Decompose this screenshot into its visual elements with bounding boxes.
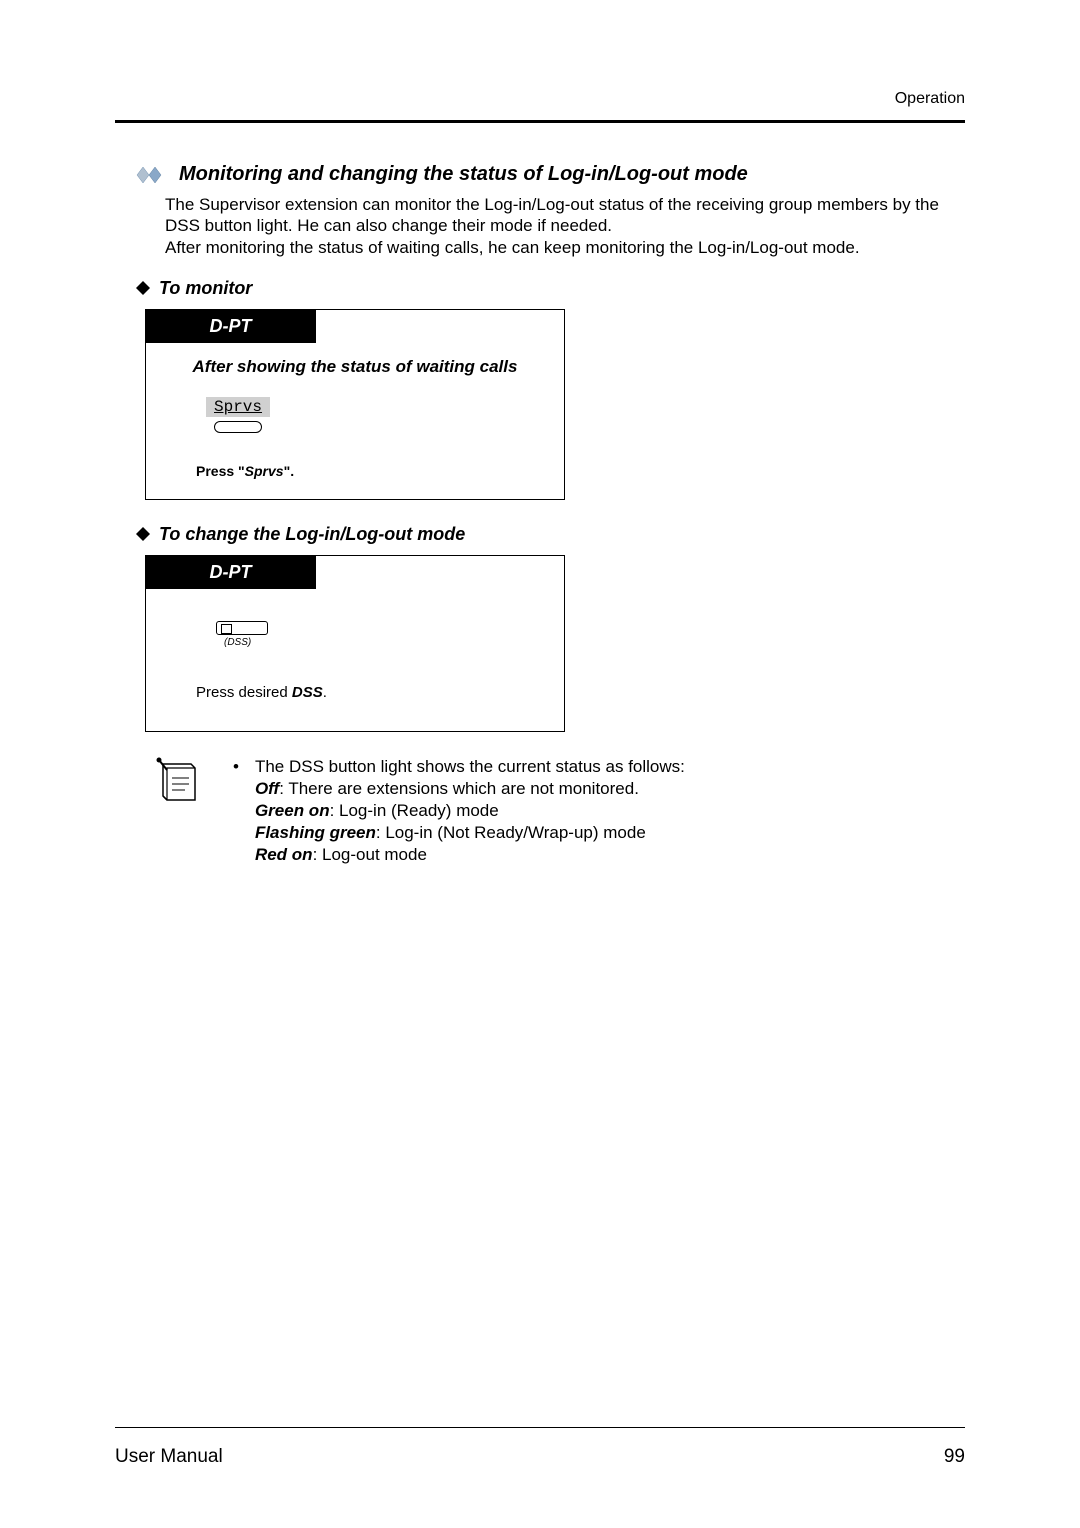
diamond-icon — [135, 526, 151, 542]
sprvs-button-diagram: Sprvs — [206, 397, 544, 433]
notepad-icon — [155, 756, 203, 806]
note-green: Green on: Log-in (Ready) mode — [255, 800, 685, 822]
change-heading: To change the Log-in/Log-out mode — [159, 524, 465, 545]
note-block: • The DSS button light shows the current… — [155, 756, 965, 866]
footer-rule — [115, 1427, 965, 1428]
footer-left: User Manual — [115, 1446, 223, 1468]
sprvs-button-icon — [214, 421, 262, 433]
header-label: Operation — [115, 90, 965, 108]
note-off: Off: There are extensions which are not … — [255, 778, 685, 800]
change-panel: D-PT (DSS) Press desired DSS. — [145, 555, 565, 732]
dss-button-icon — [216, 621, 268, 635]
sub-heading-monitor: To monitor — [135, 278, 965, 299]
section-title: Monitoring and changing the status of Lo… — [179, 163, 748, 186]
monitor-caption: After showing the status of waiting call… — [166, 357, 544, 377]
monitor-heading: To monitor — [159, 278, 252, 299]
note-red: Red on: Log-out mode — [255, 844, 685, 866]
press-dss-line: Press desired DSS. — [196, 684, 544, 701]
note-line-1: The DSS button light shows the current s… — [255, 756, 685, 778]
dss-caption: (DSS) — [224, 637, 544, 648]
press-sprvs-line: Press "Sprvs". — [196, 463, 544, 479]
header-rule — [115, 120, 965, 123]
footer-page: 99 — [944, 1446, 965, 1468]
sub-heading-change: To change the Log-in/Log-out mode — [135, 524, 965, 545]
note-text: • The DSS button light shows the current… — [233, 756, 685, 866]
dss-button-diagram: (DSS) — [216, 621, 544, 648]
note-flash: Flashing green: Log-in (Not Ready/Wrap-u… — [255, 822, 685, 844]
intro-paragraph: The Supervisor extension can monitor the… — [165, 194, 965, 258]
panel-label-dpt: D-PT — [146, 556, 316, 589]
section-title-row: Monitoring and changing the status of Lo… — [135, 163, 965, 186]
diamond-icon — [135, 280, 151, 296]
monitor-panel: D-PT After showing the status of waiting… — [145, 309, 565, 500]
bullet-icon: • — [233, 756, 239, 866]
panel-label-dpt: D-PT — [146, 310, 316, 343]
footer: User Manual 99 — [115, 1446, 965, 1468]
double-diamond-icon — [135, 165, 169, 185]
sprvs-label: Sprvs — [206, 397, 270, 417]
